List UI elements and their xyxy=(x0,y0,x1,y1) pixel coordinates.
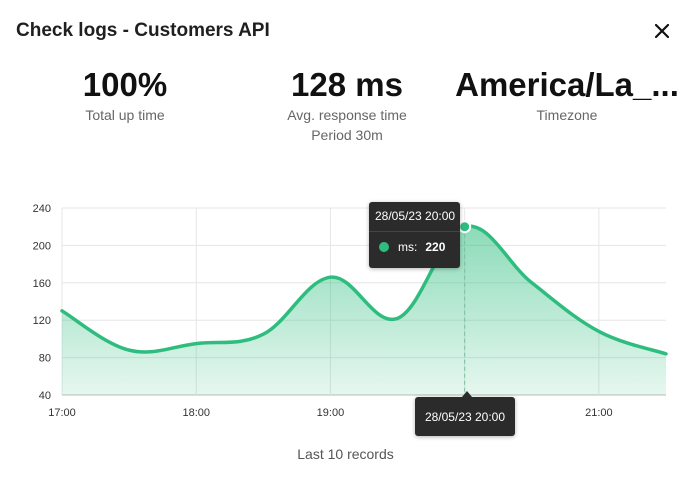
response-time-label: Avg. response time xyxy=(287,107,407,123)
y-tick-label: 160 xyxy=(33,278,51,290)
chart-series xyxy=(60,224,668,395)
x-tick-label: 19:00 xyxy=(317,407,345,419)
tooltip-series-value: 220 xyxy=(425,240,446,254)
stat-timezone: America/La_... Timezone xyxy=(452,66,682,124)
dialog-title: Check logs - Customers API xyxy=(16,20,270,41)
check-logs-dialog: Check logs - Customers API 100% Total up… xyxy=(0,0,691,479)
tooltip-series-label: ms: xyxy=(398,240,418,254)
y-tick-label: 120 xyxy=(33,315,51,327)
tooltip-datetime: 28/05/23 20:00 xyxy=(369,202,460,232)
y-tick-label: 40 xyxy=(39,390,51,402)
y-tick-label: 80 xyxy=(39,353,51,365)
uptime-label: Total up time xyxy=(85,107,165,123)
response-time-value: 128 ms xyxy=(291,66,403,103)
uptime-value: 100% xyxy=(82,66,168,103)
highlight-point xyxy=(458,220,472,234)
series-area xyxy=(62,226,666,395)
close-icon xyxy=(655,24,669,38)
axis-pointer-label: 28/05/23 20:00 xyxy=(415,391,515,436)
x-tick-label: 18:00 xyxy=(182,407,210,419)
response-time-chart[interactable]: 408012016020024017:0018:0019:0020:0021:0… xyxy=(0,180,691,430)
chart-tooltip: 28/05/23 20:00 ms: 220 xyxy=(369,202,460,268)
timezone-label: Timezone xyxy=(536,107,598,123)
period-label: Period 30m xyxy=(311,127,383,143)
records-caption: Last 10 records xyxy=(297,446,394,462)
stat-response-time: 128 ms Avg. response time Period 30m xyxy=(272,66,422,146)
series-dot-icon xyxy=(379,242,389,252)
stat-uptime: 100% Total up time xyxy=(50,66,200,124)
tooltip-row: ms: 220 xyxy=(369,232,460,254)
x-tick-label: 17:00 xyxy=(48,407,76,419)
y-tick-label: 200 xyxy=(33,240,51,252)
close-button[interactable] xyxy=(653,22,671,40)
y-tick-label: 240 xyxy=(33,203,51,215)
timezone-value: America/La_... xyxy=(455,66,679,103)
x-tick-label: 21:00 xyxy=(585,407,613,419)
